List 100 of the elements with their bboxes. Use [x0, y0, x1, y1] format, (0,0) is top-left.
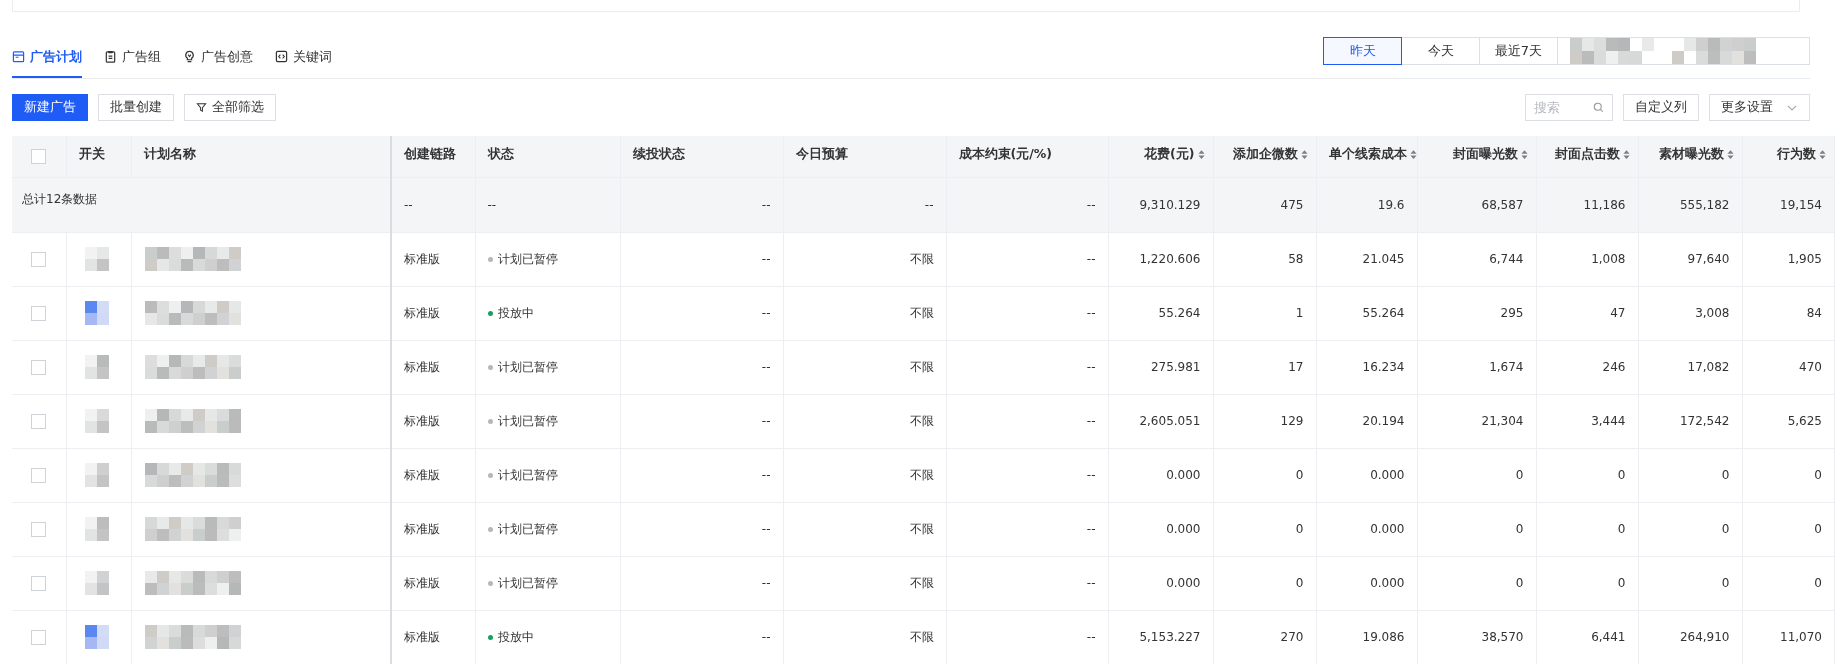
checkbox[interactable]	[31, 413, 47, 429]
column-header[interactable]: 行为数	[1742, 136, 1835, 177]
table-cell: 不限	[783, 502, 946, 556]
table-cell: 84	[1742, 286, 1835, 340]
toolbar-button[interactable]: 批量创建	[98, 94, 174, 121]
table-cell: --	[946, 394, 1108, 448]
table-cell: 不限	[783, 556, 946, 610]
table-cell: 47	[1536, 286, 1638, 340]
pixelated-switch-drawing[interactable]	[84, 571, 109, 595]
checkbox[interactable]	[31, 251, 47, 267]
table-cell: --	[620, 394, 783, 448]
column-header[interactable]: 添加企微数	[1213, 136, 1316, 177]
table-cell: 17,082	[1638, 340, 1742, 394]
pixelated-switch-drawing[interactable]	[84, 355, 109, 379]
pixelated-switch-drawing[interactable]	[84, 301, 109, 325]
table-cell: 58	[1213, 232, 1316, 286]
table-cell: 6,744	[1417, 232, 1536, 286]
table-cell: 不限	[783, 340, 946, 394]
checkbox[interactable]	[31, 521, 47, 537]
column-header[interactable]: 封面曝光数	[1417, 136, 1536, 177]
table-cell: 0	[1742, 502, 1835, 556]
column-header: 成本约束(元/%)	[946, 136, 1108, 177]
table-cell: 0	[1638, 502, 1742, 556]
table-cell: 0	[1536, 448, 1638, 502]
checkbox[interactable]	[31, 148, 47, 164]
table-cell: 不限	[783, 448, 946, 502]
column-header[interactable]: 单个线索成本	[1316, 136, 1417, 177]
table-cell: 标准版	[391, 286, 475, 340]
table-cell: 19.6	[1316, 177, 1417, 232]
pixelated-switch-drawing[interactable]	[84, 409, 109, 433]
toolbar-button[interactable]: 新建广告	[12, 94, 88, 121]
table-cell: --	[946, 502, 1108, 556]
table-cell: 21,304	[1417, 394, 1536, 448]
pixelated-switch-drawing[interactable]	[84, 247, 109, 271]
table-cell: 264,910	[1638, 610, 1742, 664]
checkbox[interactable]	[31, 575, 47, 591]
tab[interactable]: 广告计划	[12, 37, 82, 78]
column-header[interactable]: 素材曝光数	[1638, 136, 1742, 177]
table-cell: --	[946, 610, 1108, 664]
status-text: 计划已暂停	[497, 574, 558, 592]
table-cell: 16.234	[1316, 340, 1417, 394]
table-cell: 9,310.129	[1108, 177, 1213, 232]
table-cell: 21.045	[1316, 232, 1417, 286]
table-cell: 标准版	[391, 232, 475, 286]
table-cell: --	[946, 556, 1108, 610]
table-cell: 275.981	[1108, 340, 1213, 394]
pixelated-switch-drawing[interactable]	[84, 517, 109, 541]
checkbox[interactable]	[31, 305, 47, 321]
table-cell: 0.000	[1108, 556, 1213, 610]
table-cell: 97,640	[1638, 232, 1742, 286]
date-range-field[interactable]	[1558, 37, 1810, 65]
table-cell: 不限	[783, 394, 946, 448]
table-cell: 0.000	[1316, 502, 1417, 556]
date-range-button[interactable]: 最近7天	[1479, 37, 1558, 65]
search-icon	[1593, 102, 1604, 113]
table-cell: --	[946, 340, 1108, 394]
table-cell: 1,008	[1536, 232, 1638, 286]
checkbox[interactable]	[31, 359, 47, 375]
sort-icon	[1622, 149, 1630, 160]
column-header[interactable]: 封面点击数	[1536, 136, 1638, 177]
status-text: 投放中	[497, 628, 534, 646]
table-cell: 0	[1536, 556, 1638, 610]
date-range-button[interactable]: 昨天	[1323, 37, 1402, 65]
toolbar-button[interactable]: 更多设置	[1709, 94, 1810, 121]
status-text: 计划已暂停	[497, 250, 558, 268]
table-cell: 0.000	[1316, 448, 1417, 502]
tab[interactable]: 广告组	[104, 37, 161, 78]
status-text: 计划已暂停	[497, 466, 558, 484]
column-header: 开关	[66, 136, 131, 177]
status-text: 计划已暂停	[497, 412, 558, 430]
column-header[interactable]: 花费(元)	[1108, 136, 1213, 177]
checkbox[interactable]	[31, 629, 47, 645]
column-header: 续投状态	[620, 136, 783, 177]
tab[interactable]: 广告创意	[183, 37, 253, 78]
table-cell: 19,154	[1742, 177, 1835, 232]
table-cell: 129	[1213, 394, 1316, 448]
table-cell: 不限	[783, 232, 946, 286]
checkbox[interactable]	[31, 467, 47, 483]
table-cell: 标准版	[391, 556, 475, 610]
table-cell: 19.086	[1316, 610, 1417, 664]
toolbar-button[interactable]: 自定义列	[1623, 94, 1699, 121]
table-cell: 标准版	[391, 610, 475, 664]
search-field[interactable]: 搜索	[1525, 94, 1613, 121]
pixelated-switch-drawing[interactable]	[84, 625, 109, 649]
table-cell: 0	[1742, 448, 1835, 502]
date-range-button[interactable]: 今天	[1401, 37, 1480, 65]
toolbar-button[interactable]: 全部筛选	[184, 94, 276, 121]
pixelated-switch-drawing[interactable]	[84, 463, 109, 487]
table-cell: 不限	[783, 610, 946, 664]
table-cell: --	[783, 177, 946, 232]
tab[interactable]: 关键词	[275, 37, 332, 78]
table-cell: 55.264	[1108, 286, 1213, 340]
table-cell: 标准版	[391, 448, 475, 502]
sort-icon	[1819, 149, 1826, 160]
table-cell: --	[946, 232, 1108, 286]
table-cell: 0	[1213, 502, 1316, 556]
filter-icon	[196, 102, 207, 113]
column-header: 今日预算	[783, 136, 946, 177]
table-cell: --	[475, 177, 620, 232]
status-text: 计划已暂停	[497, 520, 558, 538]
